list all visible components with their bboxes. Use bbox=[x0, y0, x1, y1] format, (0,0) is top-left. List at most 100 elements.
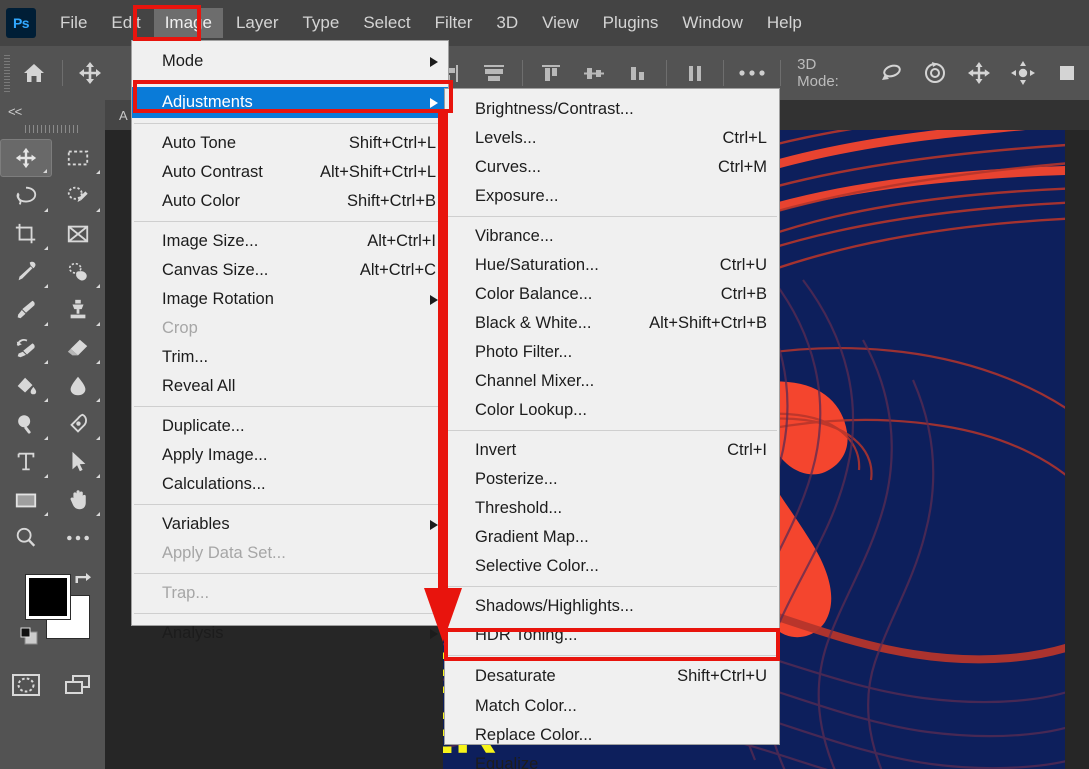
submenu-item-curves[interactable]: Curves... Ctrl+M bbox=[445, 153, 779, 182]
menu-item-auto-tone[interactable]: Auto Tone Shift+Ctrl+L bbox=[132, 129, 448, 158]
eyedropper-tool[interactable] bbox=[0, 253, 52, 291]
menu-item-duplicate[interactable]: Duplicate... bbox=[132, 412, 448, 441]
menu-item-trim[interactable]: Trim... bbox=[132, 343, 448, 372]
pan-3d-icon[interactable] bbox=[957, 46, 1001, 100]
default-colors-icon[interactable] bbox=[20, 627, 40, 652]
submenu-item-exposure[interactable]: Exposure... bbox=[445, 182, 779, 211]
menu-item-adjustments[interactable]: Adjustments bbox=[132, 87, 448, 118]
submenu-item-vibrance[interactable]: Vibrance... bbox=[445, 222, 779, 251]
frame-tool[interactable] bbox=[52, 215, 104, 253]
clone-stamp-tool[interactable] bbox=[52, 291, 104, 329]
options-bar-grip[interactable] bbox=[2, 53, 12, 93]
divider bbox=[62, 60, 63, 86]
menu-item-image-size[interactable]: Image Size... Alt+Ctrl+I bbox=[132, 227, 448, 256]
menu-layer[interactable]: Layer bbox=[225, 8, 290, 38]
hand-tool[interactable] bbox=[52, 481, 104, 519]
submenu-item-hdr-toning[interactable]: HDR Toning... bbox=[445, 621, 779, 650]
zoom-tool[interactable] bbox=[0, 519, 52, 557]
lasso-tool[interactable] bbox=[0, 177, 52, 215]
screen-mode-icon[interactable] bbox=[52, 665, 104, 705]
submenu-item-match-color[interactable]: Match Color... bbox=[445, 692, 779, 721]
submenu-item-shadows-highlights[interactable]: Shadows/Highlights... bbox=[445, 592, 779, 621]
rectangular-marquee-tool[interactable] bbox=[52, 139, 104, 177]
foreground-color-swatch[interactable] bbox=[26, 575, 70, 619]
menu-3d[interactable]: 3D bbox=[485, 8, 529, 38]
menu-item-label: Auto Color bbox=[132, 192, 240, 211]
menu-item-shortcut: Ctrl+I bbox=[727, 441, 767, 460]
submenu-item-replace-color[interactable]: Replace Color... bbox=[445, 721, 779, 750]
menu-type[interactable]: Type bbox=[291, 8, 350, 38]
pen-tool[interactable] bbox=[52, 405, 104, 443]
path-selection-tool[interactable] bbox=[52, 443, 104, 481]
scale-3d-icon[interactable] bbox=[1045, 46, 1089, 100]
submenu-item-invert[interactable]: Invert Ctrl+I bbox=[445, 436, 779, 465]
menu-edit[interactable]: Edit bbox=[100, 8, 151, 38]
menu-item-calculations[interactable]: Calculations... bbox=[132, 470, 448, 499]
gradient-tool[interactable] bbox=[0, 367, 52, 405]
dodge-tool[interactable] bbox=[0, 405, 52, 443]
eraser-tool[interactable] bbox=[52, 329, 104, 367]
submenu-item-hue-saturation[interactable]: Hue/Saturation... Ctrl+U bbox=[445, 251, 779, 280]
submenu-item-black-and-white[interactable]: Black & White... Alt+Shift+Ctrl+B bbox=[445, 309, 779, 338]
blur-tool[interactable] bbox=[52, 367, 104, 405]
submenu-item-selective-color[interactable]: Selective Color... bbox=[445, 552, 779, 581]
menu-item-image-rotation[interactable]: Image Rotation bbox=[132, 285, 448, 314]
menu-item-apply-image[interactable]: Apply Image... bbox=[132, 441, 448, 470]
move-tool[interactable] bbox=[0, 139, 52, 177]
menu-window[interactable]: Window bbox=[671, 8, 753, 38]
menu-item-canvas-size[interactable]: Canvas Size... Alt+Ctrl+C bbox=[132, 256, 448, 285]
tool-grid bbox=[0, 139, 105, 557]
object-selection-tool[interactable] bbox=[52, 177, 104, 215]
quick-mask-icon[interactable] bbox=[0, 665, 52, 705]
submenu-item-threshold[interactable]: Threshold... bbox=[445, 494, 779, 523]
submenu-item-brightness-contrast[interactable]: Brightness/Contrast... bbox=[445, 95, 779, 124]
menu-select[interactable]: Select bbox=[352, 8, 421, 38]
submenu-item-gradient-map[interactable]: Gradient Map... bbox=[445, 523, 779, 552]
rectangle-tool[interactable] bbox=[0, 481, 52, 519]
submenu-item-channel-mixer[interactable]: Channel Mixer... bbox=[445, 367, 779, 396]
menu-item-auto-color[interactable]: Auto Color Shift+Ctrl+B bbox=[132, 187, 448, 216]
menu-filter[interactable]: Filter bbox=[424, 8, 484, 38]
menu-item-reveal-all[interactable]: Reveal All bbox=[132, 372, 448, 401]
crop-tool[interactable] bbox=[0, 215, 52, 253]
menu-item-analysis[interactable]: Analysis bbox=[132, 619, 448, 648]
submenu-item-photo-filter[interactable]: Photo Filter... bbox=[445, 338, 779, 367]
menu-item-label: Calculations... bbox=[132, 475, 266, 494]
menu-plugins[interactable]: Plugins bbox=[592, 8, 670, 38]
submenu-item-desaturate[interactable]: Desaturate Shift+Ctrl+U bbox=[445, 661, 779, 692]
collapse-panel-button[interactable]: << bbox=[0, 100, 105, 121]
menu-file[interactable]: File bbox=[49, 8, 98, 38]
submenu-item-levels[interactable]: Levels... Ctrl+L bbox=[445, 124, 779, 153]
tool-expand-corner bbox=[44, 208, 48, 212]
menu-help[interactable]: Help bbox=[756, 8, 813, 38]
menu-item-shortcut: Ctrl+M bbox=[718, 158, 767, 177]
menu-item-auto-contrast[interactable]: Auto Contrast Alt+Shift+Ctrl+L bbox=[132, 158, 448, 187]
submenu-item-color-balance[interactable]: Color Balance... Ctrl+B bbox=[445, 280, 779, 309]
orbit-3d-icon[interactable] bbox=[869, 46, 913, 100]
healing-brush-tool[interactable] bbox=[52, 253, 104, 291]
submenu-item-equalize[interactable]: Equalize bbox=[445, 750, 779, 769]
menu-item-variables[interactable]: Variables bbox=[132, 510, 448, 539]
home-icon[interactable] bbox=[12, 46, 56, 100]
divider bbox=[447, 216, 777, 217]
menu-item-label: Auto Contrast bbox=[132, 163, 263, 182]
submenu-item-posterize[interactable]: Posterize... bbox=[445, 465, 779, 494]
brush-tool[interactable] bbox=[0, 291, 52, 329]
move-tool-icon[interactable] bbox=[68, 46, 112, 100]
edit-toolbar-tool[interactable] bbox=[52, 519, 104, 557]
image-menu-dropdown[interactable]: Mode Adjustments Auto Tone Shift+Ctrl+L … bbox=[131, 40, 449, 626]
menu-image[interactable]: Image bbox=[154, 8, 223, 38]
type-tool[interactable] bbox=[0, 443, 52, 481]
slide-3d-icon[interactable] bbox=[1001, 46, 1045, 100]
tools-panel-grip[interactable] bbox=[25, 125, 81, 133]
adjustments-submenu[interactable]: Brightness/Contrast... Levels... Ctrl+L … bbox=[444, 88, 780, 745]
history-brush-tool[interactable] bbox=[0, 329, 52, 367]
divider bbox=[522, 60, 523, 86]
submenu-item-color-lookup[interactable]: Color Lookup... bbox=[445, 396, 779, 425]
roll-3d-icon[interactable] bbox=[913, 46, 957, 100]
menu-view[interactable]: View bbox=[531, 8, 590, 38]
swap-colors-icon[interactable] bbox=[72, 569, 92, 594]
divider bbox=[134, 504, 446, 505]
menu-item-trap: Trap... bbox=[132, 579, 448, 608]
menu-item-mode[interactable]: Mode bbox=[132, 47, 448, 76]
